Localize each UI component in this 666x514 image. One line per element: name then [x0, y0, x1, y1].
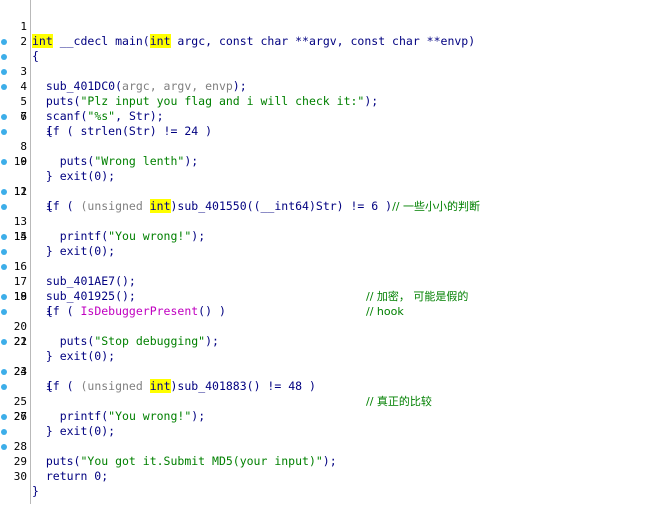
code-line-26[interactable]: 26 exit(0);	[0, 379, 666, 438]
code-line-29[interactable]: 29 return 0;	[0, 424, 666, 483]
code-line-22[interactable]: 22 }	[0, 319, 666, 363]
code-text[interactable]: }	[32, 484, 39, 499]
line-number: 30	[13, 470, 27, 483]
breakpoint-dot-icon[interactable]	[1, 294, 7, 300]
code-line-13[interactable]: 13 printf("You wrong!");	[0, 184, 666, 243]
code-line-11[interactable]: 11 if ( (unsigned int)sub_401550((__int6…	[0, 154, 666, 213]
code-line-16[interactable]: 16 sub_401AE7(); // 加密， 可能是假的	[0, 229, 666, 303]
breakpoint-dot-icon[interactable]	[1, 204, 7, 210]
breakpoint-dot-icon[interactable]	[1, 384, 7, 390]
breakpoint-dot-icon[interactable]	[1, 339, 7, 345]
code-line-15[interactable]: 15 }	[0, 214, 666, 258]
code-line-21[interactable]: 21 exit(0);	[0, 304, 666, 363]
code-line-7[interactable]: 7 {	[0, 94, 666, 138]
breakpoint-dot-icon[interactable]	[1, 114, 7, 120]
breakpoint-dot-icon[interactable]	[1, 369, 7, 375]
code-line-24[interactable]: 24 {	[0, 349, 666, 393]
breakpoint-dot-icon[interactable]	[1, 429, 7, 435]
code-line-12[interactable]: 12 {	[0, 169, 666, 213]
breakpoint-dot-icon[interactable]	[1, 234, 7, 240]
code-fragment: );	[322, 454, 337, 468]
code-line-30[interactable]: 30 }	[0, 439, 666, 498]
code-line-10[interactable]: 10 }	[0, 139, 666, 183]
code-line-27[interactable]: 27 }	[0, 394, 666, 438]
code-line-23[interactable]: 23 if ( (unsigned int)sub_401883() != 48…	[0, 334, 666, 408]
code-line-4[interactable]: 4 puts("Plz input you flag and i will ch…	[0, 49, 666, 108]
code-line-14[interactable]: 14 exit(0);	[0, 199, 666, 258]
code-line-19[interactable]: 19 {	[0, 274, 666, 318]
breakpoint-dot-icon[interactable]	[1, 84, 7, 90]
code-lines: 1 int __cdecl main(int argc, const char …	[0, 4, 666, 498]
breakpoint-dot-icon[interactable]	[1, 39, 7, 45]
string-literal[interactable]: "You got it.Submit MD5(your input)"	[80, 454, 322, 468]
code-line-8[interactable]: 8 puts("Wrong lenth");	[0, 109, 666, 168]
breakpoint-dot-icon[interactable]	[1, 414, 7, 420]
code-line-28[interactable]: 28 puts("You got it.Submit MD5(your inpu…	[0, 409, 666, 468]
code-line-1[interactable]: 1 int __cdecl main(int argc, const char …	[0, 4, 666, 48]
breakpoint-dot-icon[interactable]	[1, 264, 7, 270]
breakpoint-dot-icon[interactable]	[1, 249, 7, 255]
breakpoint-dot-icon[interactable]	[1, 159, 7, 165]
code-line-20[interactable]: 20 puts("Stop debugging");	[0, 289, 666, 348]
code-line-2[interactable]: 2 {	[0, 19, 666, 63]
breakpoint-dot-icon[interactable]	[1, 129, 7, 135]
breakpoint-dot-icon[interactable]	[1, 69, 7, 75]
code-line-3[interactable]: 3 sub_401DC0(argc, argv, envp);	[0, 34, 666, 93]
breakpoint-dot-icon[interactable]	[1, 189, 7, 195]
code-text[interactable]: puts("You got it.Submit MD5(your input)"…	[32, 454, 337, 469]
code-line-25[interactable]: 25 printf("You wrong!");	[0, 364, 666, 423]
pseudocode-view[interactable]: 1 int __cdecl main(int argc, const char …	[0, 0, 666, 504]
code-line-9[interactable]: 9 exit(0);	[0, 124, 666, 183]
code-text[interactable]: return 0;	[32, 469, 108, 484]
breakpoint-dot-icon[interactable]	[1, 309, 7, 315]
code-line-6[interactable]: 6 if ( strlen(Str) != 24 )	[0, 79, 666, 138]
code-line-18[interactable]: 18 if ( IsDebuggerPresent() )	[0, 259, 666, 318]
breakpoint-dot-icon[interactable]	[1, 444, 7, 450]
code-line-5[interactable]: 5 scanf("%s", Str);	[0, 64, 666, 123]
code-line-17[interactable]: 17 sub_401925(); // hook	[0, 244, 666, 318]
breakpoint-dot-icon[interactable]	[1, 54, 7, 60]
